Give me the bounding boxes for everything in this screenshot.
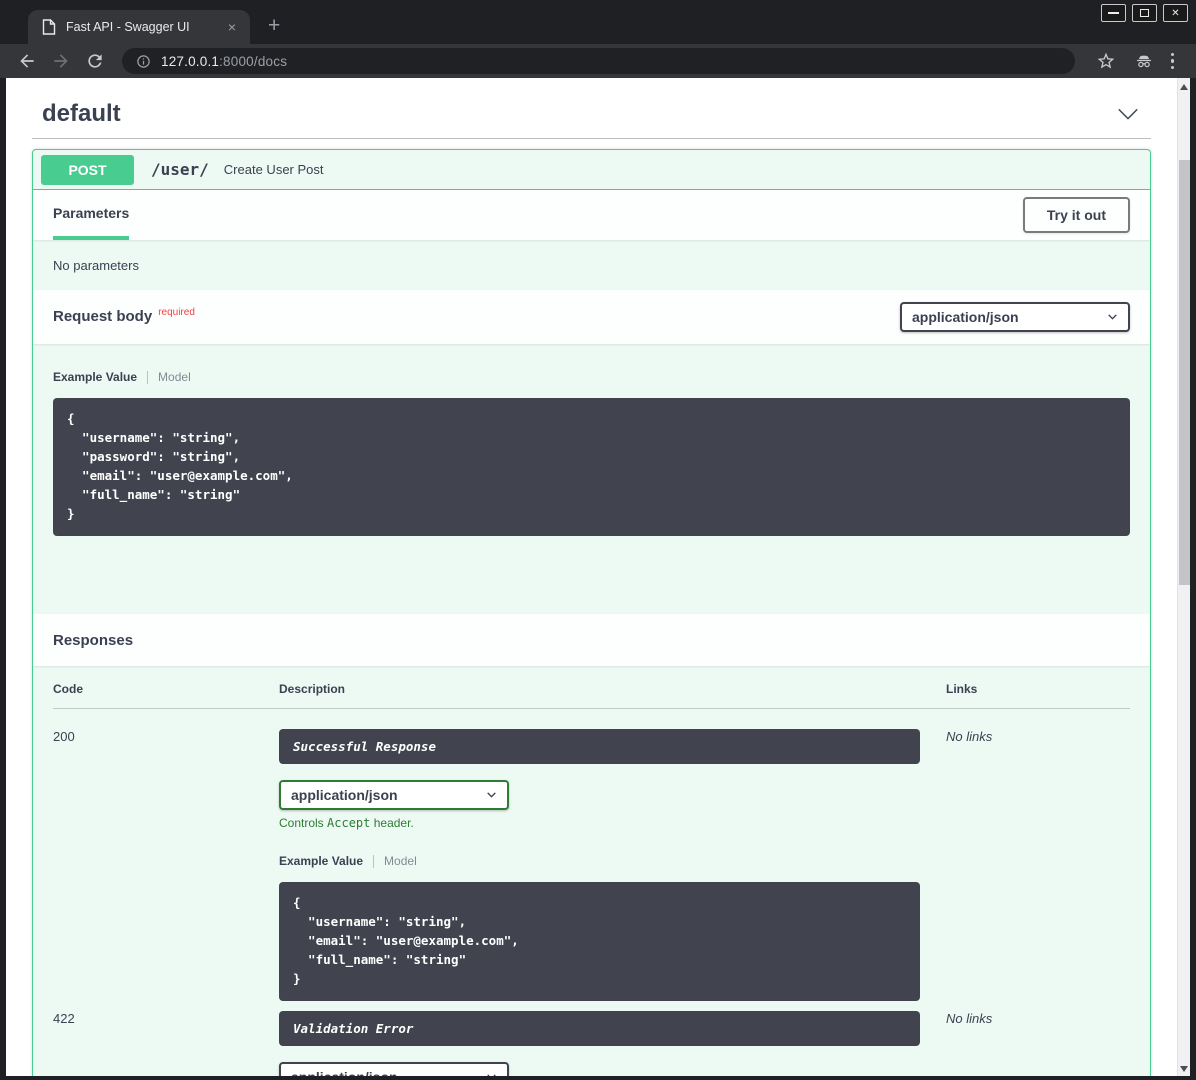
swagger-page: default POST /user/ Create User Post [6, 78, 1177, 1076]
url-text: 127.0.0.1:8000/docs [161, 54, 287, 69]
page: default POST /user/ Create User Post [6, 78, 1190, 1076]
browser-menu-icon[interactable] [1171, 53, 1175, 70]
opblock-summary[interactable]: POST /user/ Create User Post [33, 150, 1150, 190]
responses-table-header: Code Description Links [53, 682, 1130, 709]
request-body-label: Request body [53, 308, 152, 325]
bookmark-star-icon[interactable] [1096, 51, 1116, 71]
api-section-header[interactable]: default [32, 86, 1151, 138]
request-body-label-wrap: Request body required [53, 308, 195, 326]
tab-model[interactable]: Model [374, 854, 417, 868]
tab-strip: Fast API - Swagger UI × + ✕ [0, 0, 1196, 44]
opblock-post-user: POST /user/ Create User Post Parameters … [32, 149, 1151, 1076]
response-code: 200 [53, 729, 279, 1001]
response-description: Validation Error [279, 1011, 920, 1046]
window-controls: ✕ [1101, 4, 1188, 22]
request-content-type-select[interactable]: application/json [900, 302, 1130, 332]
tab-example-value[interactable]: Example Value [279, 854, 373, 868]
parameters-header: Parameters Try it out [33, 190, 1150, 240]
chevron-down-icon [1106, 310, 1119, 323]
close-window-icon: ✕ [1171, 8, 1179, 19]
responses-table: Code Description Links 200 Successful Re… [33, 666, 1150, 1076]
forward-icon[interactable] [51, 51, 71, 71]
response-example-json-200: { "username": "string", "email": "user@e… [279, 882, 920, 1001]
scrollbar-thumb[interactable] [1179, 160, 1190, 585]
request-body-header: Request body required application/json [33, 290, 1150, 344]
no-parameters-text: No parameters [33, 240, 1150, 290]
section-divider [32, 138, 1151, 139]
responses-title: Responses [53, 632, 133, 649]
section-title: default [42, 100, 121, 128]
reload-icon[interactable] [85, 51, 105, 71]
tab-model[interactable]: Model [148, 370, 191, 384]
example-model-tabs: Example Value Model [279, 854, 946, 868]
maximize-window-button[interactable] [1132, 4, 1157, 22]
scrollbar-down-arrow[interactable] [1178, 1066, 1190, 1072]
accept-header-note: Controls Accept header. [279, 816, 946, 830]
new-tab-button[interactable]: + [262, 12, 286, 40]
response-content-type-value-422: application/json [291, 1069, 398, 1076]
browser-tab[interactable]: Fast API - Swagger UI × [28, 10, 250, 44]
example-model-tabs: Example Value Model [53, 370, 1130, 384]
window-frame: default POST /user/ Create User Post [0, 78, 1196, 1080]
address-bar[interactable]: 127.0.0.1:8000/docs [122, 48, 1075, 74]
maximize-icon [1140, 9, 1149, 17]
chevron-down-icon[interactable] [1117, 107, 1139, 121]
response-description-cell: Successful Response application/json Con… [279, 729, 946, 1001]
column-description: Description [279, 682, 946, 696]
response-content-type-value-200: application/json [291, 787, 398, 803]
close-tab-icon[interactable]: × [224, 18, 240, 36]
response-row-422: 422 Validation Error application/json [53, 1001, 1130, 1076]
accept-note-code: Accept [327, 816, 370, 830]
responses-header: Responses [33, 614, 1150, 666]
back-icon[interactable] [17, 51, 37, 71]
browser-window: Fast API - Swagger UI × + ✕ 127.0.0.1:80… [0, 0, 1196, 1080]
request-content-type-value: application/json [912, 309, 1019, 325]
close-window-button[interactable]: ✕ [1163, 4, 1188, 22]
toolbar-actions [1087, 51, 1187, 71]
response-links: No links [946, 729, 1130, 1001]
response-code: 422 [53, 1011, 279, 1076]
response-content-type-select-200[interactable]: application/json [279, 780, 509, 810]
response-row-200: 200 Successful Response application/json [53, 709, 1130, 1001]
site-info-icon[interactable] [136, 54, 151, 69]
tab-parameters: Parameters [53, 190, 129, 240]
url-host: 127.0.0.1 [161, 54, 219, 69]
tab-title: Fast API - Swagger UI [66, 20, 224, 34]
response-content-type-select-422[interactable]: application/json [279, 1062, 509, 1076]
incognito-icon[interactable] [1134, 51, 1154, 71]
chevron-down-icon [485, 788, 498, 801]
minimize-icon [1108, 12, 1119, 14]
scrollbar-up-arrow[interactable] [1178, 84, 1190, 90]
required-badge: required [158, 307, 195, 318]
chevron-down-icon [485, 1070, 498, 1076]
endpoint-path: /user/ [151, 160, 209, 179]
method-badge: POST [41, 155, 134, 185]
request-body-example: Example Value Model { "username": "strin… [33, 344, 1150, 614]
response-links: No links [946, 1011, 1130, 1076]
browser-toolbar: 127.0.0.1:8000/docs [0, 44, 1196, 78]
tab-example-value[interactable]: Example Value [53, 370, 147, 384]
minimize-window-button[interactable] [1101, 4, 1126, 22]
request-example-json: { "username": "string", "password": "str… [53, 398, 1130, 536]
page-favicon-icon [42, 19, 56, 35]
accept-note-prefix: Controls [279, 816, 327, 830]
column-links: Links [946, 682, 1130, 696]
url-path: :8000/docs [219, 54, 287, 69]
column-code: Code [53, 682, 279, 696]
response-description: Successful Response [279, 729, 920, 764]
accept-note-suffix: header. [370, 816, 413, 830]
try-it-out-button[interactable]: Try it out [1023, 197, 1130, 233]
endpoint-summary: Create User Post [224, 162, 324, 177]
page-scrollbar[interactable] [1177, 78, 1190, 1076]
response-description-cell: Validation Error application/json Exam [279, 1011, 946, 1076]
